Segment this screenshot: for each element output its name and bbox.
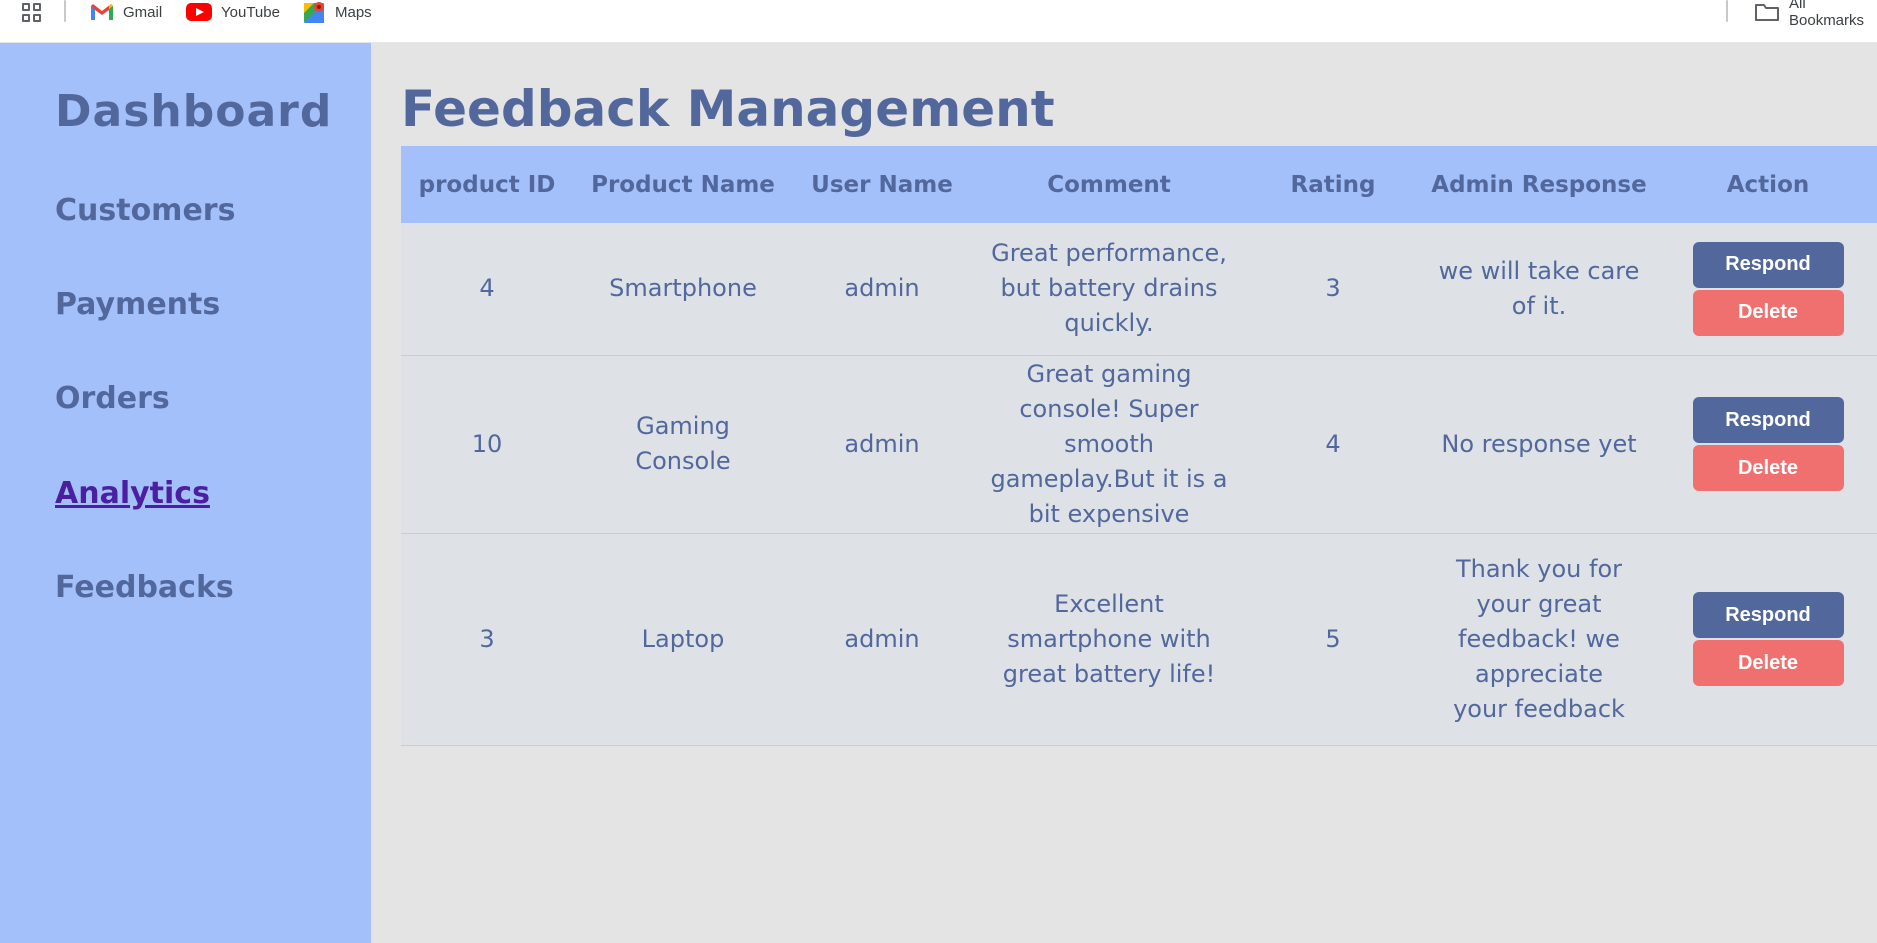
- cell-admin-response: Thank you for your great feedback! we ap…: [1453, 554, 1625, 723]
- bookmark-gmail[interactable]: Gmail: [90, 0, 162, 24]
- cell-user-name: admin: [844, 429, 920, 458]
- maps-icon: [304, 1, 326, 23]
- all-bookmarks-button[interactable]: All Bookmarks: [1754, 0, 1877, 29]
- table-header-row: product ID Product Name User Name Commen…: [401, 146, 1877, 223]
- cell-admin-response: we will take care of it.: [1438, 256, 1640, 320]
- youtube-icon: [186, 3, 212, 21]
- gmail-icon: [90, 3, 114, 21]
- cell-product-id: 4: [479, 274, 495, 303]
- bookmarks-bar: Gmail YouTube Maps All Bookmarks: [0, 0, 1877, 43]
- column-header-action: Action: [1726, 171, 1810, 198]
- all-bookmarks-label: All Bookmarks: [1789, 0, 1865, 29]
- cell-product-name: Smartphone: [609, 274, 757, 303]
- delete-button[interactable]: Delete: [1692, 445, 1844, 491]
- cell-comment: Great gaming console! Super smooth gamep…: [990, 359, 1228, 528]
- bookmark-label: Maps: [335, 3, 372, 21]
- delete-button[interactable]: Delete: [1692, 289, 1844, 336]
- cell-comment: Excellent smartphone with great battery …: [1002, 589, 1216, 688]
- column-header-rating: Rating: [1290, 171, 1376, 198]
- cell-action: Respond Delete: [1659, 223, 1877, 355]
- column-header-product-name: Product Name: [591, 171, 775, 198]
- bookmarks-separator: [64, 0, 66, 22]
- respond-button[interactable]: Respond: [1692, 592, 1844, 638]
- cell-comment: Great performance, but battery drains qu…: [991, 239, 1227, 338]
- cell-rating: 5: [1325, 624, 1341, 653]
- sidebar-title: Dashboard: [55, 86, 333, 137]
- sidebar: Dashboard Customers Payments Orders Anal…: [0, 43, 371, 943]
- cell-rating: 4: [1325, 429, 1341, 458]
- sidebar-item-feedbacks[interactable]: Feedbacks: [55, 570, 234, 605]
- column-header-comment: Comment: [1047, 171, 1171, 198]
- sidebar-item-customers[interactable]: Customers: [55, 193, 235, 228]
- cell-user-name: admin: [844, 274, 920, 303]
- table-row: 3 Laptop admin Excellent smartphone with…: [401, 533, 1877, 745]
- cell-action: Respond Delete: [1659, 355, 1877, 533]
- cell-action: Respond Delete: [1659, 533, 1877, 745]
- cell-rating: 3: [1325, 274, 1341, 303]
- column-header-admin-response: Admin Response: [1431, 171, 1647, 198]
- bookmark-youtube[interactable]: YouTube: [186, 0, 280, 24]
- delete-button[interactable]: Delete: [1692, 640, 1844, 686]
- table-row: 4 Smartphone admin Great performance, bu…: [401, 223, 1877, 355]
- sidebar-item-orders[interactable]: Orders: [55, 381, 170, 416]
- cell-product-id: 3: [479, 624, 495, 653]
- column-header-product-id: product ID: [418, 171, 556, 198]
- bookmarks-separator: [1726, 0, 1728, 22]
- bookmark-maps[interactable]: Maps: [304, 0, 372, 24]
- feedback-table: product ID Product Name User Name Commen…: [401, 146, 1877, 746]
- column-header-user-name: User Name: [811, 171, 953, 198]
- cell-admin-response: No response yet: [1441, 429, 1637, 458]
- cell-product-name: Gaming Console: [635, 412, 731, 475]
- cell-product-id: 10: [471, 429, 503, 458]
- bookmark-label: Gmail: [123, 3, 163, 21]
- feedback-table-container: product ID Product Name User Name Commen…: [401, 146, 1877, 746]
- respond-button[interactable]: Respond: [1692, 241, 1844, 288]
- sidebar-item-analytics[interactable]: Analytics: [55, 476, 210, 511]
- bookmark-label: YouTube: [221, 3, 280, 21]
- cell-product-name: Laptop: [641, 624, 725, 653]
- cell-user-name: admin: [844, 624, 920, 653]
- page-title: Feedback Management: [401, 80, 1055, 138]
- folder-icon: [1754, 2, 1780, 22]
- table-row: 10 Gaming Console admin Great gaming con…: [401, 355, 1877, 533]
- apps-grid-icon[interactable]: [22, 3, 42, 23]
- sidebar-item-payments[interactable]: Payments: [55, 287, 220, 322]
- respond-button[interactable]: Respond: [1692, 397, 1844, 443]
